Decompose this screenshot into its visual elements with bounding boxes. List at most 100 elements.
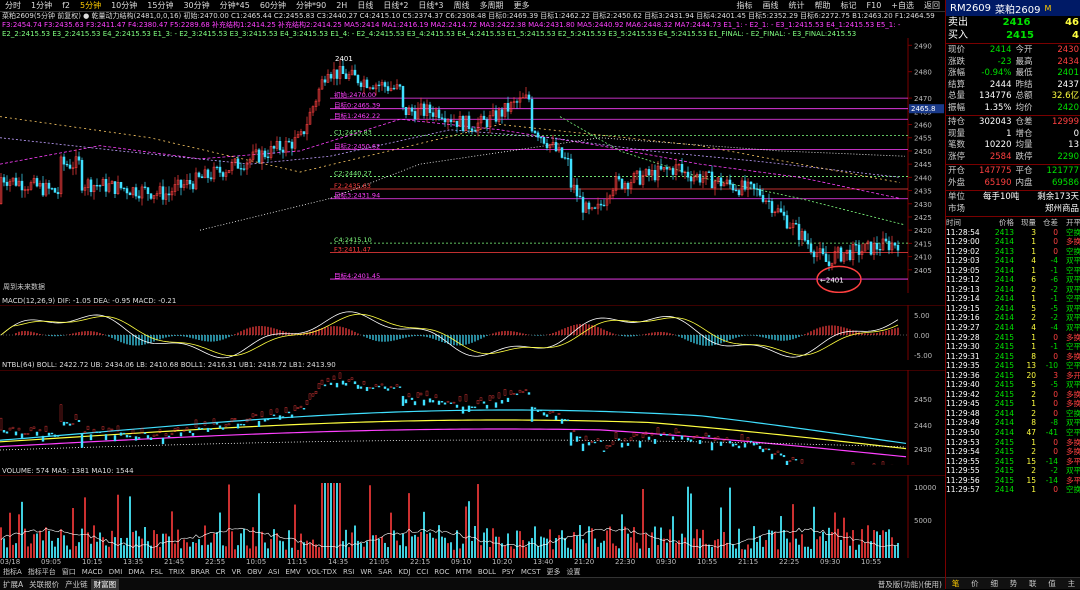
candle-body [554,142,558,152]
period-tab-5[interactable]: 15分钟 [142,0,178,11]
period-tab-14[interactable]: 周线 [449,0,475,11]
indicator-tab-7[interactable]: TRIX [166,568,188,576]
quote-tab-0[interactable]: 笔 [946,578,965,589]
boll-candle [731,443,735,447]
bottom-tab-1[interactable]: 关联报价 [26,579,62,590]
candle-body [797,223,801,240]
boll-tick: 2440 [914,422,932,430]
volume-bar [600,542,602,558]
boll-candle [527,392,531,395]
toolbar-menu-6[interactable]: +自选 [886,0,919,11]
date-label: 14:35 [328,558,349,566]
indicator-tab-4[interactable]: DMI [106,568,126,576]
tick-trades-list[interactable]: 时间 价格 现量 仓差 开平 11:28:54 2413 3 0 空换 11:29:00 2414 1 0… [946,218,1080,495]
macd-chart[interactable]: 5.00 0.00 -5.00 [0,305,945,360]
volume-chart[interactable]: 10000 5000 [0,475,945,558]
toolbar-menu-5[interactable]: F10 [862,0,887,11]
toolbar-menu-0[interactable]: 指标 [732,0,758,11]
indicator-tab-10[interactable]: VR [229,568,245,576]
bottom-tab-2[interactable]: 产业链 [62,579,91,590]
date-axis: 03/18 09:05 10:15 13:35 21:45 22:55 10:05 11:15… [0,558,908,567]
candle-body [755,188,759,190]
period-tab-1[interactable]: 1分钟 [26,0,57,11]
boll-candle [680,435,684,440]
candle-body [443,118,447,123]
toolbar-menu-3[interactable]: 帮助 [810,0,836,11]
quote-tab-2[interactable]: 细 [985,578,1004,589]
indicator-tab-16[interactable]: WR [357,568,375,576]
indicator-tab-14[interactable]: VOL-TDX [304,568,340,576]
quote-tab-6[interactable]: 主 [1062,578,1080,589]
toolbar-menu-1[interactable]: 画线 [758,0,784,11]
volume-bar [120,538,122,558]
indicator-tab-6[interactable]: FSL [148,568,166,576]
period-tab-8[interactable]: 60分钟 [255,0,291,11]
period-tab-3[interactable]: 5分钟 [75,0,106,11]
bottom-tab-3[interactable]: 财富图 [90,578,120,590]
indicator-tab-1[interactable]: 指标平台 [25,567,59,577]
boll-candle [569,432,573,446]
boll-candle [542,412,546,416]
period-tab-10[interactable]: 2H [331,0,352,11]
indicator-tab-21[interactable]: MTM [453,568,475,576]
volume-bar [897,542,899,558]
period-tab-12[interactable]: 日线*2 [378,0,413,11]
period-tab-0[interactable]: 分时 [0,0,26,11]
indicator-tab-25[interactable]: 更多 [544,567,564,577]
volume-bar [606,530,608,558]
boll-candle [437,400,441,405]
period-tab-9[interactable]: 分钟*90 [291,0,331,11]
period-tab-13[interactable]: 日线*3 [413,0,448,11]
period-tab-15[interactable]: 多周期 [475,0,509,11]
indicator-tab-5[interactable]: DMA [125,568,147,576]
candle-body [98,185,102,187]
candle-body [356,74,360,84]
indicator-tab-24[interactable]: MCST [518,568,544,576]
indicator-tab-20[interactable]: ROC [431,568,452,576]
boll-candle [62,421,66,426]
toolbar-menu-7[interactable]: 返回 [919,0,945,11]
volume-bar [60,529,62,558]
indicator-tab-8[interactable]: BRAR [188,568,213,576]
indicator-tab-22[interactable]: BOLL [475,568,499,576]
toolbar-menu-4[interactable]: 标记 [836,0,862,11]
volume-bar [636,542,638,558]
indicator-tab-11[interactable]: OBV [244,568,265,576]
indicator-tab-23[interactable]: PSY [499,568,518,576]
bottom-tab-0[interactable]: 扩展A [0,579,26,590]
boll-candle [767,448,771,451]
quote-tab-3[interactable]: 势 [1004,578,1023,589]
quote-tab-1[interactable]: 价 [965,578,984,589]
boll-candle [755,443,759,445]
candle-body [767,200,771,202]
indicator-tab-0[interactable]: 指标A [0,567,25,577]
period-tab-7[interactable]: 分钟*45 [215,0,255,11]
period-tab-11[interactable]: 日线 [352,0,378,11]
indicator-tab-13[interactable]: EMV [282,568,303,576]
indicator-tab-19[interactable]: CCI [413,568,431,576]
period-tab-6[interactable]: 30分钟 [178,0,214,11]
indicator-tab-17[interactable]: SAR [375,568,395,576]
price-tick: 2440 [914,174,932,182]
boll-chart[interactable]: 2450 2440 2430 [0,370,945,465]
period-tab-2[interactable]: f2 [57,0,75,11]
indicator-tab-18[interactable]: KDJ [395,568,413,576]
main-candlestick-chart[interactable]: 2490248024702465246024552450244524402435… [0,38,945,293]
indicator-tab-2[interactable]: 窗口 [59,567,79,577]
indicator-tab-12[interactable]: ASI [265,568,282,576]
indicator-tab-26[interactable]: 设置 [564,567,584,577]
candle-body [422,103,426,116]
quote-tab-5[interactable]: 值 [1042,578,1061,589]
toolbar-menu-2[interactable]: 统计 [784,0,810,11]
period-tab-16[interactable]: 更多 [509,0,535,11]
volume-bar [612,543,614,558]
volume-bar [96,541,98,558]
volume-bar [246,545,248,558]
period-tab-4[interactable]: 10分钟 [106,0,142,11]
indicator-tab-3[interactable]: MACD [79,568,106,576]
indicator-tab-15[interactable]: RSI [340,568,357,576]
quote-tab-4[interactable]: 联 [1023,578,1042,589]
volume-bar [267,548,269,558]
boll-candle [89,434,93,441]
indicator-tab-9[interactable]: CR [213,568,229,576]
